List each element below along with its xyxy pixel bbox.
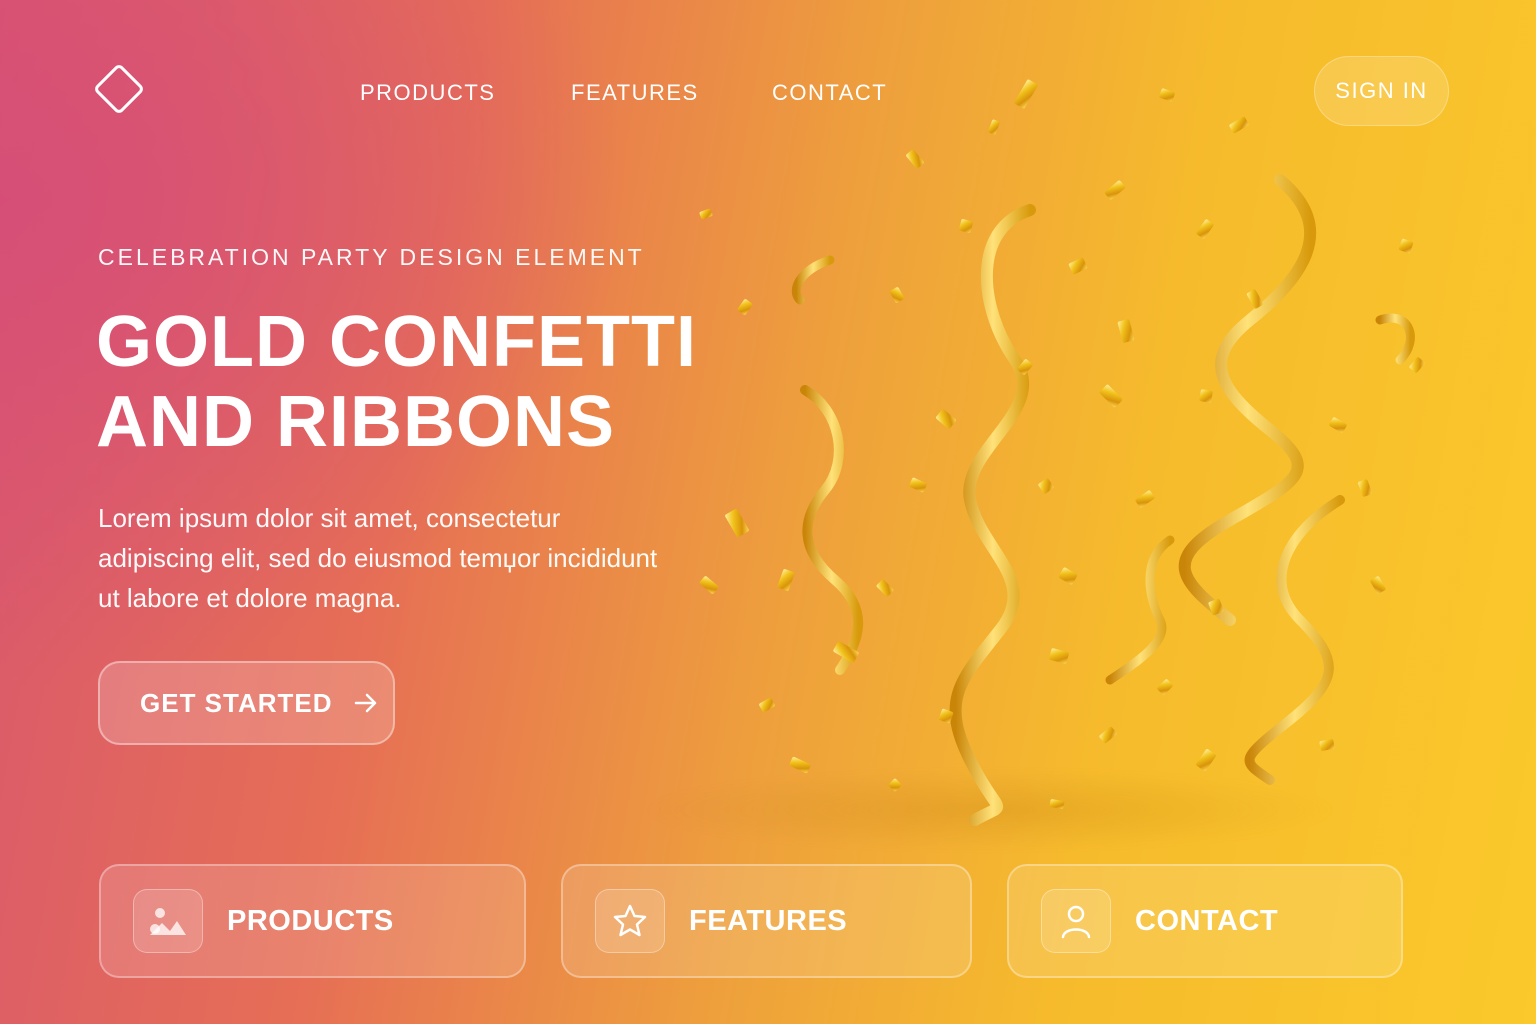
ribbon-4 (1244, 495, 1345, 785)
image-icon (133, 889, 203, 953)
user-icon (1041, 889, 1111, 953)
card-features[interactable]: FEATURES (561, 864, 972, 978)
get-started-label: GET STARTED (140, 687, 333, 718)
card-products[interactable]: PRODUCTS (99, 864, 526, 978)
card-contact[interactable]: CONTACT (1007, 864, 1403, 978)
card-products-label: PRODUCTS (227, 904, 394, 937)
logo-diamond-icon[interactable] (90, 60, 148, 118)
ribbon-7 (791, 255, 835, 305)
ribbon-3 (800, 385, 864, 675)
ribbon-1 (949, 204, 1036, 826)
ribbon-6 (1375, 313, 1415, 365)
card-features-label: FEATURES (689, 904, 848, 937)
get-started-button[interactable]: GET STARTED (98, 661, 395, 745)
star-icon (595, 889, 665, 953)
hero-title-line1: GOLD CONFETTI (96, 302, 697, 382)
card-contact-label: CONTACT (1135, 904, 1279, 937)
hero-eyebrow: CELEBRATION PARTY DESIGN ELEMENT (98, 244, 645, 270)
hero-title: GOLD CONFETTI AND RIBBONS (96, 302, 697, 462)
arrow-right-icon (354, 693, 376, 713)
ribbon-5 (1105, 535, 1175, 685)
hero-title-line2: AND RIBBONS (96, 382, 616, 462)
hero-description: Lorem ipsum dolor sit amet, consectetur … (98, 503, 658, 613)
nav-products[interactable]: PRODUCTS (360, 80, 495, 106)
gold-confetti-illustration (699, 79, 1425, 826)
